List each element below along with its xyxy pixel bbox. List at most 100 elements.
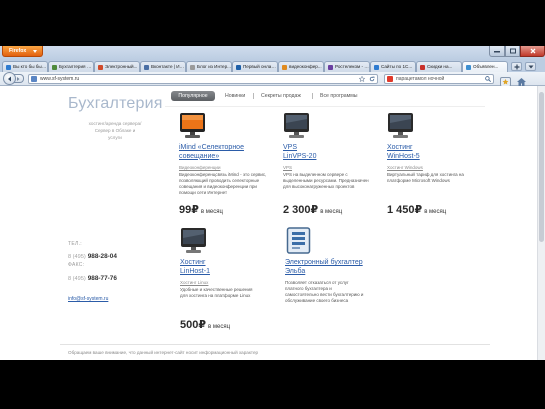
section-subtitle-line: хостинг/аренда сервера/	[88, 121, 142, 126]
favicon-icon	[236, 65, 241, 70]
browser-tab[interactable]: Скидки на...	[416, 61, 462, 72]
monitor-icon[interactable]	[387, 112, 414, 139]
product-title-line: iMind «Селекторное	[179, 144, 244, 151]
favicon-icon	[144, 65, 149, 70]
list-all-tabs-button[interactable]	[525, 62, 536, 71]
fax-label: ФАКС:	[68, 262, 85, 268]
tab-label: Ростелеком - Гл...	[335, 64, 369, 69]
accounting-app-icon[interactable]	[285, 227, 312, 254]
favicon-icon	[282, 65, 287, 70]
home-button[interactable]	[516, 74, 527, 86]
product-title-link[interactable]: VPS LinVPS-20	[283, 144, 316, 161]
product-title-link[interactable]: Хостинг WinHost-5	[387, 144, 420, 161]
product-title-line: Эльба	[285, 267, 306, 275]
browser-tab[interactable]: Ростелеком - Гл...	[324, 61, 370, 72]
fax-digits: 988-77-76	[87, 275, 117, 282]
maximize-button[interactable]	[505, 46, 520, 57]
search-icon[interactable]	[485, 76, 491, 82]
firefox-menu-label: Firefox	[9, 48, 27, 54]
browser-tab[interactable]: Бухгалтерия О...	[48, 61, 94, 72]
product-title-line: LinVPS-20	[283, 152, 317, 160]
tab-label: Сайты по 1С...	[381, 64, 413, 69]
product-title-line: WinHost-5	[387, 152, 420, 160]
search-input[interactable]: парацетамол ночной	[396, 75, 482, 83]
menu-item-sales-secrets[interactable]: Секреты продаж	[261, 91, 301, 101]
product-title-link[interactable]: Электронный бухгалтер Эльба	[285, 259, 363, 276]
browser-tab[interactable]: видеоконфер...	[278, 61, 324, 72]
product-description: Позволяет отказаться от услуг платного б…	[285, 280, 364, 303]
product-title-line: совещание»	[179, 152, 220, 160]
tab-strip: Вы кто бы был... Бухгалтерия О... Электр…	[0, 60, 545, 72]
tab-label: Первый онлай...	[243, 64, 277, 69]
product-title-line: VPS	[283, 144, 298, 151]
phone-label: ТЕЛ.:	[68, 241, 82, 247]
search-engine-icon[interactable]	[387, 76, 393, 82]
tab-label: Вконтакте | Имп...	[151, 64, 185, 69]
reload-icon[interactable]	[369, 76, 375, 82]
monitor-orange-icon[interactable]	[179, 112, 206, 139]
fax-number: 8 (495) 988-77-76	[68, 272, 117, 283]
section-subtitle: хостинг/аренда сервера/ Сервер в Облаке …	[76, 120, 154, 141]
price-unit: в месяц	[424, 209, 447, 215]
phone-prefix: 8 (495)	[68, 254, 86, 260]
section-subtitle-line: услуги	[108, 135, 122, 140]
maximize-icon	[509, 48, 516, 54]
browser-tab[interactable]: Блог из Интер...	[186, 61, 232, 72]
favicon-icon	[52, 65, 57, 70]
tab-label: видеоконфер...	[289, 64, 322, 69]
site-favicon-icon	[31, 76, 37, 82]
bookmark-star-icon[interactable]	[359, 76, 365, 82]
product-title-link[interactable]: Хостинг LinHost-1	[180, 259, 210, 276]
price-unit: в месяц	[200, 209, 223, 215]
product-card: Электронный бухгалтер Эльба Позволяет отк…	[285, 227, 381, 337]
browser-tab[interactable]: Первый онлай...	[232, 61, 278, 72]
product-title-line: Электронный бухгалтер	[285, 259, 363, 266]
product-category-link[interactable]: Хостинг Windows	[387, 165, 423, 171]
back-button[interactable]	[3, 72, 16, 85]
browser-tab[interactable]: Сайты по 1С...	[370, 61, 416, 72]
browser-tab[interactable]: Вконтакте | Имп...	[140, 61, 186, 72]
close-window-button[interactable]	[520, 46, 545, 57]
price-value: 2 300₽	[283, 204, 319, 216]
phone-digits: 988-28-04	[87, 253, 117, 260]
product-category-link[interactable]: Видеоконференции	[179, 165, 220, 171]
minimize-button[interactable]	[489, 46, 505, 57]
plus-icon	[514, 64, 519, 69]
product-description: VPS на выделенном сервере с выделенными …	[283, 172, 369, 189]
monitor-icon[interactable]	[283, 112, 310, 139]
minimize-icon	[494, 51, 500, 53]
tab-label: Объявлен...	[473, 64, 499, 69]
browser-tab-active[interactable]: Объявлен...	[462, 61, 508, 72]
bookmarks-menu-button[interactable]	[500, 74, 511, 87]
email-link[interactable]: info@sf-system.ru	[68, 296, 108, 303]
web-page: Популярное Новинки Секреты продаж Все пр…	[0, 86, 545, 360]
favicon-icon	[466, 65, 471, 70]
product-category-link[interactable]: VPS	[283, 165, 292, 171]
favicon-icon	[98, 65, 103, 70]
new-tab-button[interactable]	[511, 62, 522, 71]
monitor-icon[interactable]	[180, 227, 207, 254]
product-title-line: LinHost-1	[180, 267, 210, 275]
menu-item-all-programs[interactable]: Все программы	[320, 91, 357, 101]
product-category-link[interactable]: Хостинг Linux	[180, 280, 208, 286]
browser-window: Firefox Вы кто бы был... Бухгалтерия О..…	[0, 46, 545, 360]
menu-item-popular[interactable]: Популярное	[171, 91, 215, 101]
chevron-down-icon	[528, 65, 533, 68]
section-subtitle-line: Сервер в Облаке и	[94, 128, 136, 133]
address-bar[interactable]: www.sf-system.ru	[28, 74, 378, 84]
price-unit: в месяц	[208, 324, 231, 330]
scrollbar-thumb[interactable]	[539, 92, 544, 242]
section-title: Бухгалтерия	[68, 95, 163, 112]
price-value: 1 450₽	[387, 204, 423, 216]
vertical-scrollbar[interactable]	[537, 86, 545, 360]
product-title-link[interactable]: iMind «Селекторное совещание»	[179, 144, 244, 161]
menu-item-new[interactable]: Новинки	[225, 91, 245, 101]
phone-number: 8 (495) 988-28-04	[68, 250, 117, 261]
search-bar[interactable]: парацетамол ночной	[384, 74, 494, 84]
url-text: www.sf-system.ru	[40, 76, 80, 82]
browser-tab[interactable]: Вы кто бы был...	[2, 61, 48, 72]
browser-tab[interactable]: Электронный...	[94, 61, 140, 72]
firefox-menu-button[interactable]: Firefox	[2, 46, 43, 57]
forward-arrow-icon	[17, 76, 20, 81]
tab-label: Электронный...	[105, 64, 138, 69]
